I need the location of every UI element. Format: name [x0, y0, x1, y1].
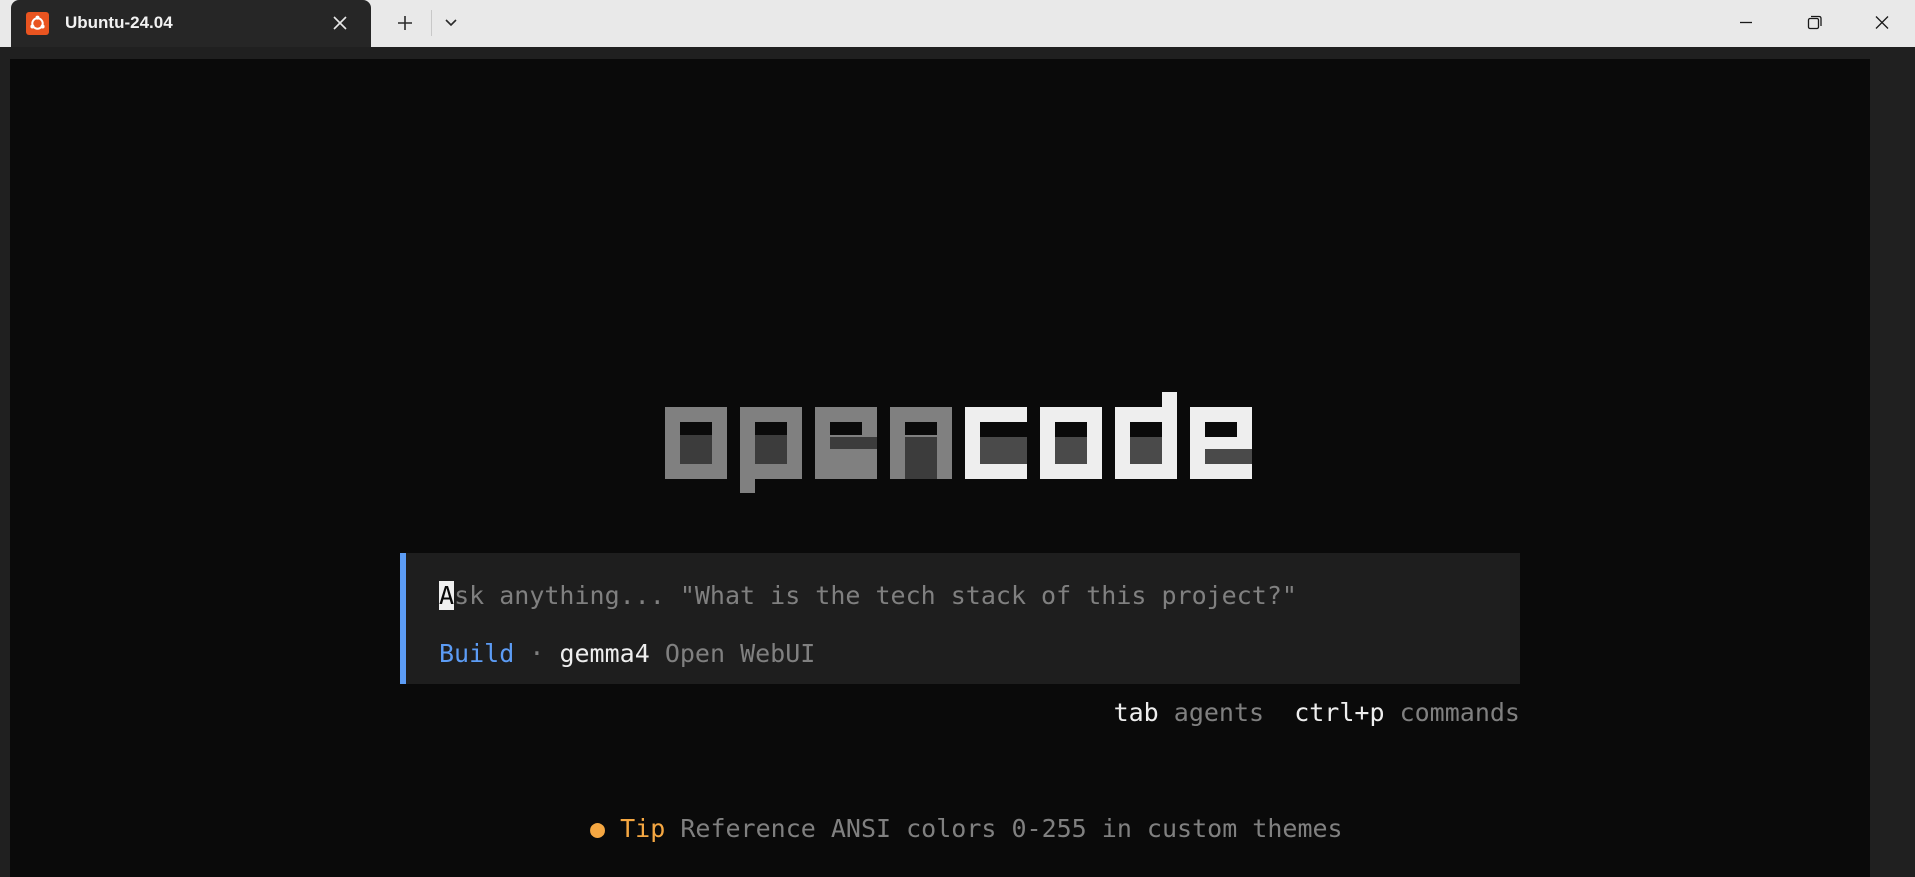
close-icon[interactable] — [329, 12, 351, 34]
tab-ubuntu[interactable]: Ubuntu-24.04 — [11, 0, 371, 47]
prompt-accent-bar — [400, 553, 406, 684]
hint-key-ctrl-p: ctrl+p — [1294, 698, 1385, 727]
restore-icon[interactable] — [1780, 0, 1848, 45]
opencode-logo — [665, 392, 1252, 493]
keyboard-hints: tab agents ctrl+p commands — [1114, 695, 1520, 731]
prompt-input[interactable]: Ask anything... "What is the tech stack … — [439, 578, 1297, 614]
tip-text: Reference ANSI colors 0-255 in custom th… — [680, 814, 1343, 843]
title-bar: Ubuntu-24.04 — [0, 0, 1915, 47]
terminal-area[interactable]: Ask anything... "What is the tech stack … — [10, 59, 1870, 877]
hint-key-tab: tab — [1113, 698, 1159, 727]
tab-toolbar-divider — [431, 10, 432, 36]
agent-model-line: Build · gemma4 Open WebUI — [439, 636, 815, 672]
hint-label-commands: commands — [1399, 698, 1520, 727]
prompt-input-box[interactable]: Ask anything... "What is the tech stack … — [400, 553, 1520, 684]
separator-dot: · — [529, 639, 545, 668]
tab-title: Ubuntu-24.04 — [65, 13, 173, 32]
prompt-placeholder: sk anything... "What is the tech stack o… — [454, 581, 1297, 610]
agent-name[interactable]: Build — [439, 639, 514, 668]
tip-line: ● Tip Reference ANSI colors 0-255 in cus… — [590, 811, 1343, 847]
minimize-icon[interactable] — [1712, 0, 1780, 45]
ubuntu-icon — [26, 12, 49, 35]
provider-name: Open WebUI — [664, 639, 816, 668]
close-window-icon[interactable] — [1848, 0, 1915, 45]
tip-bullet-icon: ● — [590, 814, 606, 843]
hint-label-agents: agents — [1173, 698, 1265, 727]
plus-icon[interactable] — [387, 8, 423, 38]
tip-label: Tip — [620, 814, 666, 843]
chevron-down-icon[interactable] — [433, 8, 469, 38]
text-cursor: A — [439, 581, 455, 610]
model-name[interactable]: gemma4 — [559, 639, 649, 668]
